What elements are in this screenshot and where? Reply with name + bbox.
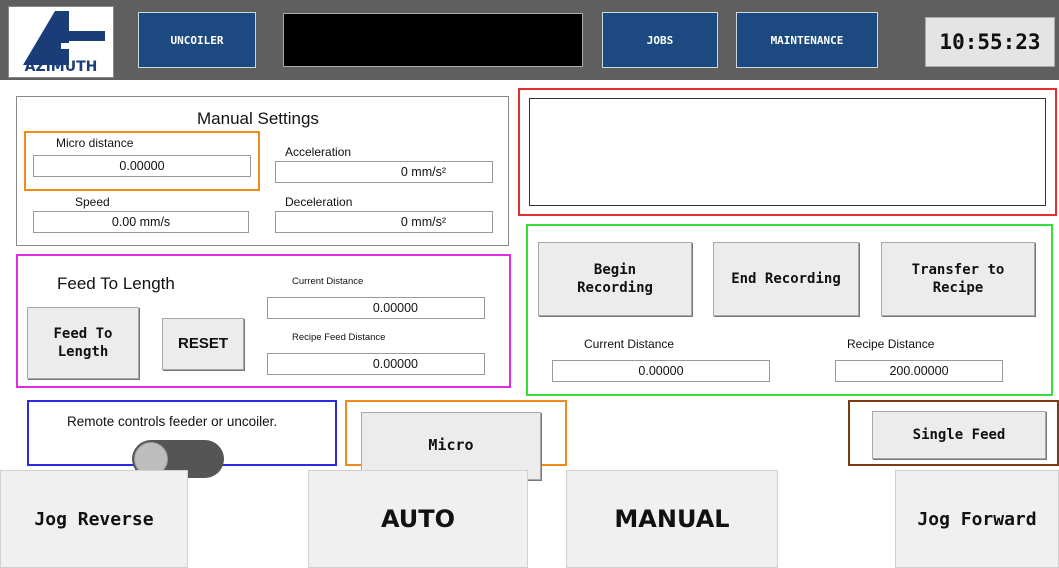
- end-recording-button[interactable]: End Recording: [713, 242, 859, 316]
- logo-text: AZIMUTH: [24, 59, 98, 75]
- manual-button[interactable]: MANUAL: [566, 470, 778, 568]
- status-message-display: [283, 13, 583, 67]
- recipe-distance-label: Recipe Distance: [847, 337, 935, 351]
- begin-recording-button[interactable]: Begin Recording: [538, 242, 692, 316]
- rec-current-distance-label: Current Distance: [584, 337, 675, 351]
- deceleration-label: Deceleration: [285, 195, 353, 209]
- ftl-current-distance-field[interactable]: 0.00000: [267, 297, 485, 319]
- manual-settings-title: Manual Settings: [197, 109, 319, 128]
- auto-button[interactable]: AUTO: [308, 470, 528, 568]
- clock-display: 10:55:23: [925, 17, 1055, 67]
- recording-panel: Begin Recording End Recording Transfer t…: [526, 224, 1053, 396]
- speed-field[interactable]: 0.00 mm/s: [33, 211, 249, 233]
- remote-label: Remote controls feeder or uncoiler.: [67, 414, 278, 429]
- header-bar: AZIMUTH UNCOILER JOBS MAINTENANCE 10:55:…: [0, 0, 1059, 80]
- micro-distance-label: Micro distance: [56, 136, 134, 150]
- manual-settings-panel: Manual Settings Micro distance 0.00000 S…: [16, 96, 509, 246]
- single-feed-panel: Single Feed: [848, 400, 1059, 466]
- transfer-to-recipe-button[interactable]: Transfer to Recipe: [881, 242, 1035, 316]
- recipe-distance-field[interactable]: 200.00000: [835, 360, 1003, 382]
- message-text-box: [529, 98, 1046, 206]
- feed-to-length-button[interactable]: Feed To Length: [27, 307, 139, 379]
- acceleration-label: Acceleration: [285, 145, 352, 159]
- jog-forward-button[interactable]: Jog Forward: [895, 470, 1059, 568]
- message-panel: [518, 88, 1057, 216]
- deceleration-field[interactable]: 0 mm/s²: [275, 211, 493, 233]
- micro-distance-frame: Micro distance 0.00000: [24, 131, 260, 191]
- rec-current-distance-field[interactable]: 0.00000: [552, 360, 770, 382]
- jog-reverse-button[interactable]: Jog Reverse: [0, 470, 188, 568]
- feed-to-length-panel: Feed To Length Feed To Length RESET Curr…: [16, 254, 511, 388]
- azimuth-logo: AZIMUTH: [8, 6, 114, 78]
- micro-distance-field[interactable]: 0.00000: [33, 155, 251, 177]
- recipe-feed-distance-field[interactable]: 0.00000: [267, 353, 485, 375]
- reset-button[interactable]: RESET: [162, 318, 244, 370]
- speed-label: Speed: [75, 195, 110, 209]
- jobs-button[interactable]: JOBS: [602, 12, 718, 68]
- ftl-current-distance-label: Current Distance: [292, 276, 364, 287]
- uncoiler-button[interactable]: UNCOILER: [138, 12, 256, 68]
- micro-panel: Micro: [345, 400, 567, 480]
- bottom-control-bar: Jog Reverse AUTO MANUAL Jog Forward: [0, 470, 1059, 568]
- acceleration-field[interactable]: 0 mm/s²: [275, 161, 493, 183]
- maintenance-button[interactable]: MAINTENANCE: [736, 12, 878, 68]
- feed-to-length-title: Feed To Length: [57, 274, 175, 293]
- single-feed-button[interactable]: Single Feed: [872, 411, 1046, 459]
- remote-panel: Remote controls feeder or uncoiler.: [27, 400, 337, 478]
- recipe-feed-distance-label: Recipe Feed Distance: [292, 332, 386, 343]
